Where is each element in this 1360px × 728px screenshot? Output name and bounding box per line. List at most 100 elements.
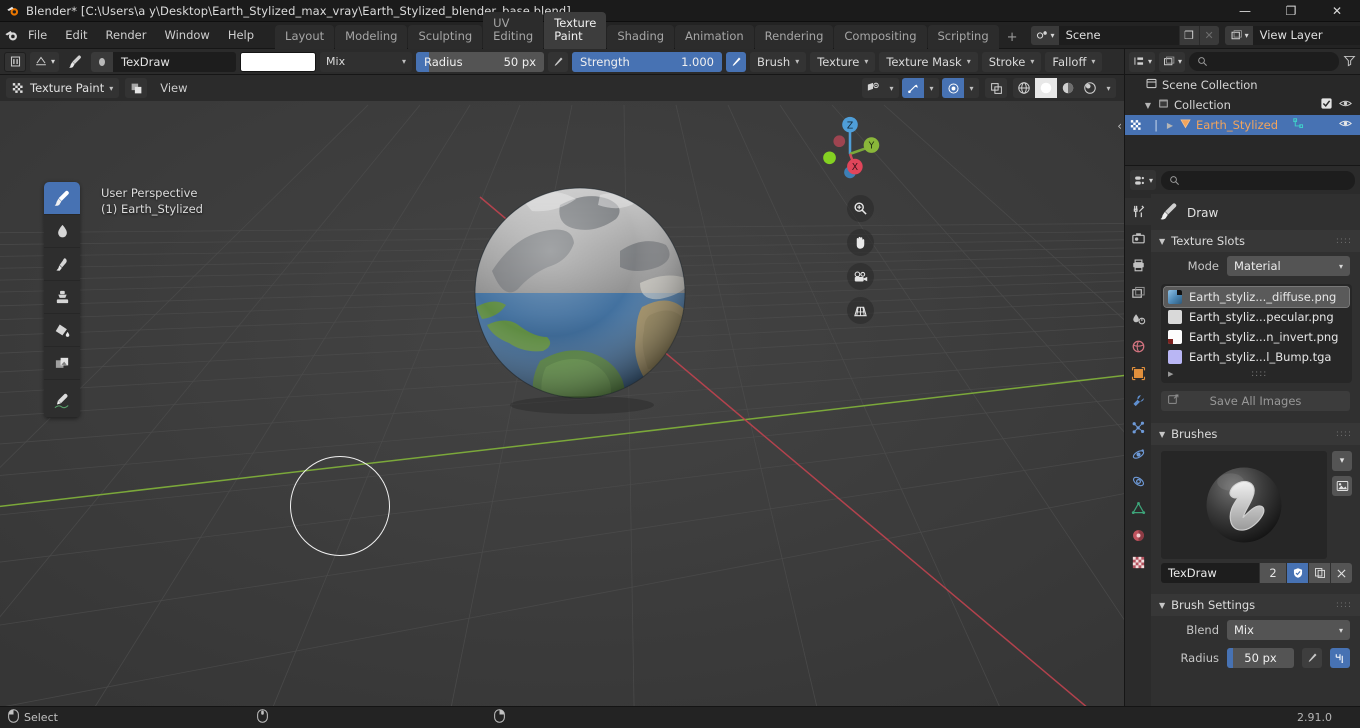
texture-slot-list[interactable]: Earth_styliz..._diffuse.png Earth_styliz…	[1161, 284, 1352, 383]
scene-name[interactable]: Scene	[1058, 25, 1179, 45]
collection-eye-icon[interactable]	[1339, 98, 1352, 112]
tool-draw-button[interactable]	[44, 182, 80, 215]
workspace-tab-uv-editing[interactable]: UV Editing	[483, 11, 544, 49]
falloff-popover[interactable]: Falloff ▾	[1045, 51, 1103, 72]
workspace-tab-shading[interactable]: Shading	[607, 24, 675, 49]
texture-slots-mode-dropdown[interactable]: Material ▾	[1227, 256, 1350, 276]
view-layer-name[interactable]: View Layer	[1252, 25, 1360, 45]
collection-disclosure-triangle-icon[interactable]: ▼	[1143, 101, 1153, 110]
rendered-shading-icon[interactable]	[1079, 78, 1101, 98]
collection-checkbox[interactable]	[1321, 98, 1332, 112]
texture-slot-item[interactable]: Earth_styliz...pecular.png	[1164, 307, 1349, 327]
visibility-dropdown-chevron-down-icon[interactable]: ▾	[884, 78, 899, 98]
texture-slot-list-resize-grip[interactable]: ::::	[1251, 369, 1267, 379]
menu-window[interactable]: Window	[155, 25, 218, 45]
properties-tab-particles[interactable]	[1125, 414, 1151, 441]
brush-datablock[interactable]: TexDraw	[91, 51, 237, 72]
tool-soften-button[interactable]	[44, 215, 80, 248]
outliner-search-input[interactable]	[1189, 52, 1339, 71]
brush-blend-dropdown[interactable]: Mix ▾	[1227, 620, 1350, 640]
properties-tab-texture[interactable]	[1125, 549, 1151, 576]
workspace-tab-animation[interactable]: Animation	[675, 24, 754, 49]
tool-smear-button[interactable]	[44, 248, 80, 281]
maximize-button[interactable]: ❐	[1268, 0, 1314, 22]
texture-slots-panel-header[interactable]: ▼ Texture Slots ::::	[1151, 230, 1360, 252]
brush-unlink-close-icon[interactable]	[1331, 563, 1352, 583]
snapping-dropdown-chevron-down-icon[interactable]: ▾	[924, 78, 939, 98]
menu-file[interactable]: File	[19, 25, 56, 45]
shading-dropdown-chevron-down-icon[interactable]: ▾	[1101, 78, 1116, 98]
menu-render[interactable]: Render	[97, 25, 156, 45]
workspace-tab-texture-paint[interactable]: Texture Paint	[544, 11, 607, 49]
properties-tab-physics[interactable]	[1125, 441, 1151, 468]
texture-slot-item[interactable]: Earth_styliz...n_invert.png	[1164, 327, 1349, 347]
viewport-3d[interactable]: Texture Paint ▾ View ▾ ▾ ▾ ▾ User Perspe…	[0, 75, 1124, 706]
workspace-tab-layout[interactable]: Layout	[275, 24, 335, 49]
view-layer-icon[interactable]: ▾	[1224, 25, 1253, 45]
scene-icon[interactable]: ▾	[1030, 25, 1059, 45]
brush-fake-user-shield-icon[interactable]	[1287, 563, 1308, 583]
properties-tab-object[interactable]	[1125, 360, 1151, 387]
radius-slider[interactable]: Radius 50 px	[416, 51, 545, 72]
material-preview-shading-icon[interactable]	[1057, 78, 1079, 98]
mode-dropdown[interactable]: Texture Paint ▾	[6, 78, 120, 98]
brush-settings-panel-header[interactable]: ▼ Brush Settings ::::	[1151, 594, 1360, 616]
brush-user-count[interactable]: 2	[1260, 563, 1286, 583]
properties-tab-material[interactable]	[1125, 522, 1151, 549]
brush-preset-dropdown[interactable]: ▾	[30, 51, 60, 72]
workspace-tab-compositing[interactable]: Compositing	[834, 24, 927, 49]
tool-annotate-button[interactable]	[44, 385, 80, 418]
properties-tab-output[interactable]	[1125, 252, 1151, 279]
workspace-tab-rendering[interactable]: Rendering	[754, 24, 834, 49]
outliner-row-scene-collection[interactable]: Scene Collection	[1125, 75, 1360, 95]
tool-fill-button[interactable]	[44, 314, 80, 347]
proportional-edit-dropdown-chevron-down-icon[interactable]: ▾	[964, 78, 979, 98]
outliner-display-mode-dropdown[interactable]: ▾	[1129, 51, 1156, 72]
tool-clone-button[interactable]	[44, 281, 80, 314]
brush-settings-collapse-triangle-icon[interactable]: ▼	[1159, 601, 1165, 610]
workspace-tab-sculpting[interactable]: Sculpting	[408, 24, 483, 49]
texture-mask-popover[interactable]: Texture Mask ▾	[879, 51, 978, 72]
stroke-popover[interactable]: Stroke ▾	[981, 51, 1042, 72]
object-disclosure-triangle-icon[interactable]: ▶	[1165, 121, 1175, 130]
proportional-edit-icon[interactable]	[942, 78, 964, 98]
navigation-gizmo[interactable]: Z Y X	[811, 110, 889, 188]
brush-name-field[interactable]: TexDraw	[1161, 563, 1259, 583]
close-button[interactable]: ✕	[1314, 0, 1360, 22]
minimize-button[interactable]: —	[1222, 0, 1268, 22]
object-eye-icon[interactable]	[1339, 118, 1352, 132]
texture-slot-list-expand-triangle-icon[interactable]: ▶	[1168, 370, 1173, 378]
brush-new-copy-button[interactable]	[1309, 563, 1330, 583]
blender-logo-icon[interactable]	[4, 24, 19, 46]
properties-tab-tool[interactable]	[1125, 198, 1151, 225]
brush-color-swatch[interactable]	[240, 51, 317, 72]
scene-new-copy-button[interactable]: ❐	[1178, 25, 1199, 45]
properties-search-input[interactable]	[1161, 170, 1355, 190]
texture-popover[interactable]: Texture ▾	[810, 51, 876, 72]
brushes-collapse-triangle-icon[interactable]: ▼	[1159, 430, 1165, 439]
solid-shading-icon[interactable]	[1035, 78, 1057, 98]
wireframe-shading-icon[interactable]	[1013, 78, 1035, 98]
object-visibility-icon[interactable]	[862, 78, 884, 98]
camera-view-icon[interactable]	[847, 263, 874, 290]
active-tool-icon[interactable]	[4, 51, 26, 72]
strength-slider[interactable]: Strength 1.000	[572, 51, 723, 72]
viewport-shading-object-icon[interactable]	[125, 78, 148, 98]
outliner-panel[interactable]: Scene Collection ▼ Collection | ▶ Earth_…	[1124, 75, 1360, 165]
zoom-icon[interactable]	[847, 195, 874, 222]
brush-radius-slider[interactable]: 50 px	[1227, 648, 1294, 668]
workspace-tab-scripting[interactable]: Scripting	[927, 24, 999, 49]
texture-slot-item[interactable]: Earth_styliz...l_Bump.tga	[1164, 347, 1349, 367]
properties-tab-modifiers[interactable]	[1125, 387, 1151, 414]
viewport-overlays-icon[interactable]	[985, 78, 1007, 98]
properties-display-filter-dropdown[interactable]: ▾	[1130, 170, 1157, 190]
save-all-images-button[interactable]: Save All Images	[1161, 391, 1350, 411]
properties-tab-view-layer[interactable]	[1125, 279, 1151, 306]
texture-slot-item[interactable]: Earth_styliz..._diffuse.png	[1163, 286, 1350, 308]
workspace-tab-modeling[interactable]: Modeling	[335, 24, 408, 49]
object-data-link-icon[interactable]	[1292, 117, 1305, 133]
pan-hand-icon[interactable]	[847, 229, 874, 256]
properties-tab-world[interactable]	[1125, 333, 1151, 360]
properties-tab-scene[interactable]	[1125, 306, 1151, 333]
blend-mode-dropdown[interactable]: Mix ▾	[320, 51, 413, 72]
